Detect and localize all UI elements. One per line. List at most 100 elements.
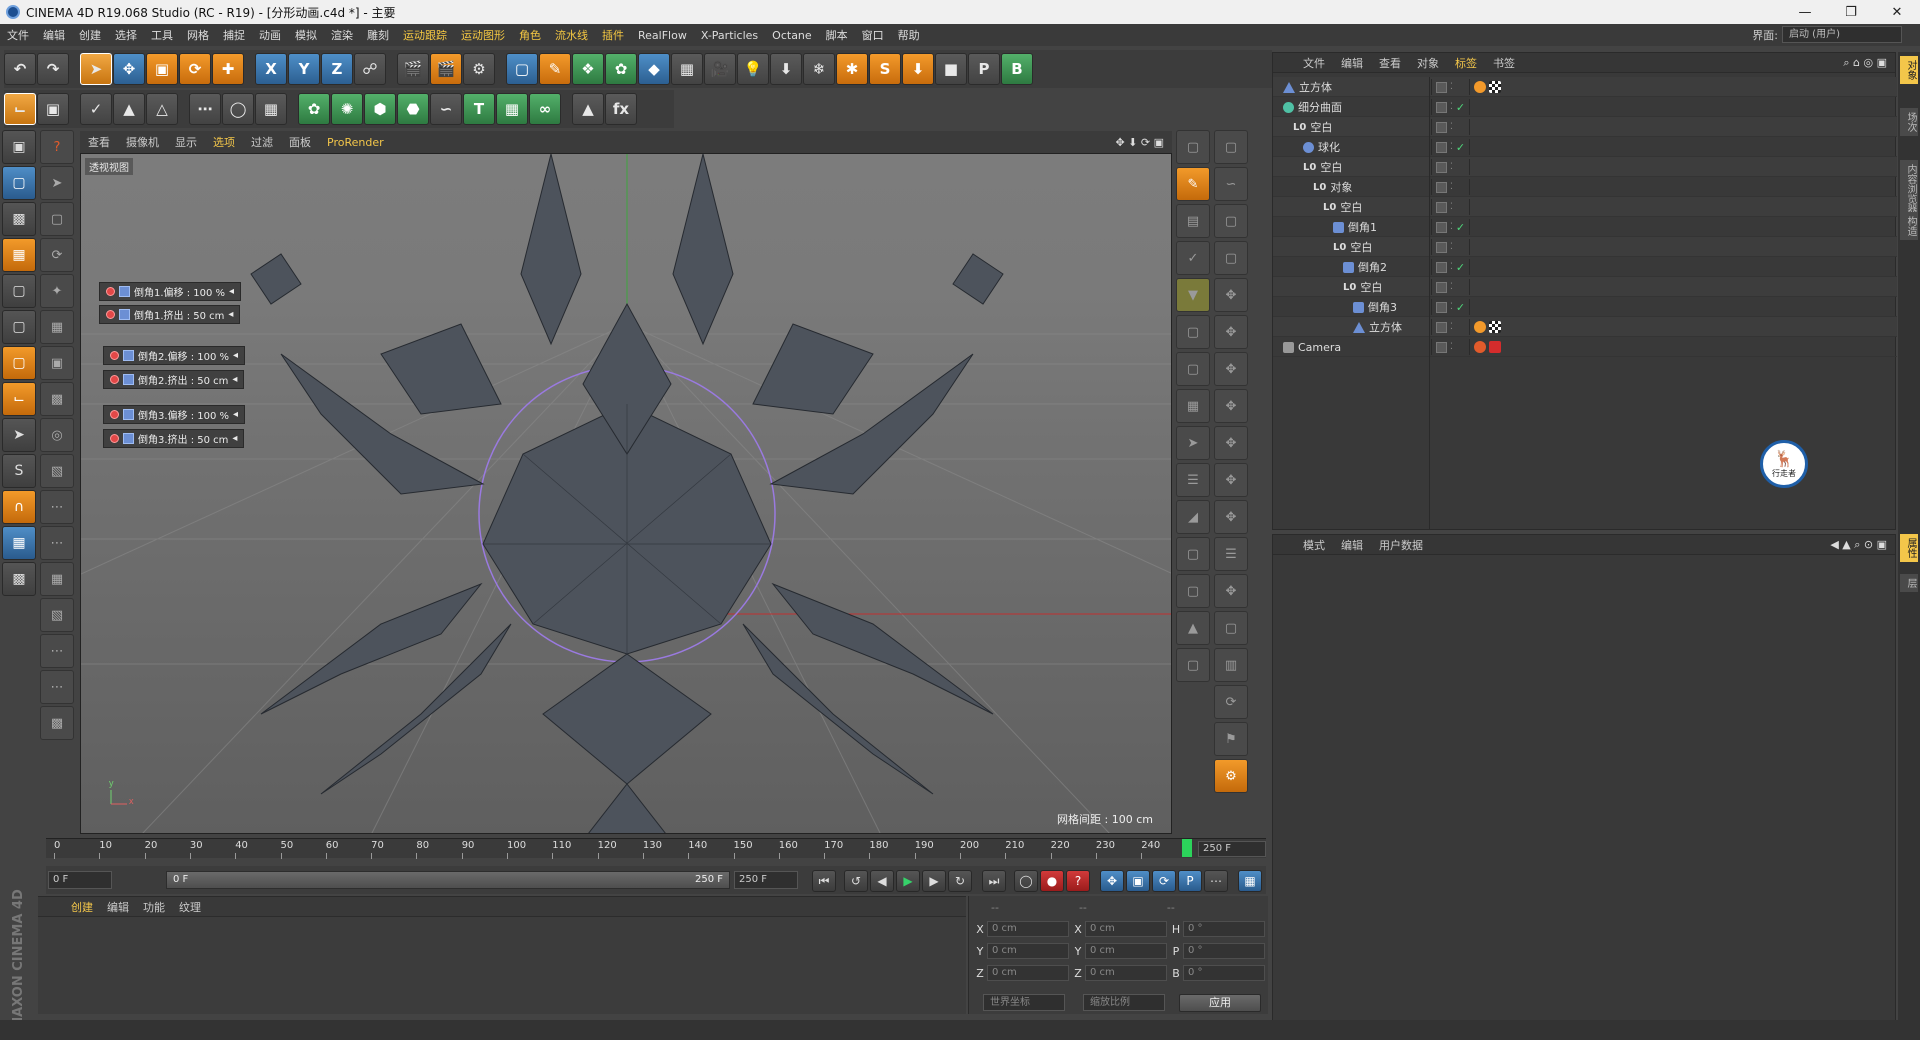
chk-tag-icon[interactable] — [1489, 81, 1501, 93]
next-key-icon[interactable]: ↻ — [948, 870, 972, 892]
palette-cube6-icon[interactable]: ▢ — [1176, 574, 1210, 608]
viewport-menu-0[interactable]: 查看 — [80, 134, 118, 150]
max-frame-field[interactable]: 250 F — [734, 871, 798, 889]
render-settings-button[interactable]: ⚙ — [463, 53, 495, 85]
palette-stack-icon[interactable]: ☰ — [1214, 537, 1248, 571]
sphere-icon[interactable]: ◎ — [40, 418, 74, 452]
hud-arrow-icon[interactable]: ◂ — [232, 374, 237, 385]
coord-field[interactable]: 0 cm — [1085, 921, 1167, 937]
scale-select[interactable]: 缩放比例 — [1083, 994, 1165, 1011]
script-button[interactable]: ▲ — [572, 93, 604, 125]
layer-dots-icon[interactable]: ⁚ — [1450, 342, 1453, 352]
palette-move8-icon[interactable]: ✥ — [1214, 574, 1248, 608]
menu-item-7[interactable]: 动画 — [252, 27, 288, 43]
coord-field[interactable]: 0 cm — [1085, 943, 1167, 959]
visibility-icon[interactable] — [1436, 261, 1447, 273]
viewport-menu-6[interactable]: ProRender — [319, 136, 392, 149]
xp-s-button[interactable]: S — [869, 53, 901, 85]
viewport-nav-icons[interactable]: ✥ ⬇ ⟳ ▣ — [1115, 136, 1172, 149]
model-mode-button[interactable]: ⌙ — [4, 93, 36, 125]
layer-dots-icon[interactable]: ⁚ — [1450, 182, 1453, 192]
palette-box-icon[interactable]: ▢ — [1214, 204, 1248, 238]
timeline-window-icon[interactable]: ▦ — [1238, 870, 1262, 892]
psr-button[interactable]: P — [968, 53, 1000, 85]
object-visibility-cell[interactable]: ⁚ — [1431, 159, 1467, 175]
polygons-mode-tool[interactable]: ▢ — [2, 346, 36, 380]
layer-dots-icon[interactable]: ⁚ — [1450, 82, 1453, 92]
menu-item-16[interactable]: RealFlow — [631, 29, 694, 42]
palette-pen-icon[interactable]: ✎ — [1176, 167, 1210, 201]
undo-button[interactable]: ↶ — [4, 53, 36, 85]
help-icon[interactable]: ? — [40, 130, 74, 164]
menu-item-14[interactable]: 流水线 — [548, 27, 595, 43]
close-icon[interactable]: ✕ — [1874, 0, 1920, 24]
side-tab-1[interactable]: 场次 — [1900, 108, 1918, 136]
palette-bars-icon[interactable]: ☰ — [1176, 463, 1210, 497]
palette-cube3-icon[interactable]: ▢ — [1176, 315, 1210, 349]
palette-shield-icon[interactable]: ▼ — [1176, 278, 1210, 312]
3b-plugin-button[interactable]: B — [1001, 53, 1033, 85]
coord-field[interactable]: 0 cm — [987, 943, 1069, 959]
hud-arrow-icon[interactable]: ◂ — [233, 409, 238, 420]
xp-drop-button[interactable]: ⬇ — [902, 53, 934, 85]
snap-tool[interactable]: S — [2, 454, 36, 488]
rotate-tool-button[interactable]: ⟳ — [179, 53, 211, 85]
mesh-icon[interactable]: ▩ — [40, 382, 74, 416]
mograph-fracture-button[interactable]: ⬢ — [364, 93, 396, 125]
mograph-voronoi-button[interactable]: ⬣ — [397, 93, 429, 125]
layer-dots-icon[interactable]: ⁚ — [1450, 222, 1453, 232]
dots-icon[interactable]: ⋯ — [40, 490, 74, 524]
visibility-icon[interactable] — [1436, 341, 1447, 353]
side-tab2-0[interactable]: 属性 — [1900, 534, 1918, 562]
points-mode-tool[interactable]: ▢ — [2, 274, 36, 308]
y-axis-button[interactable]: Y — [288, 53, 320, 85]
magnet-snap-tool[interactable]: ∩ — [2, 490, 36, 524]
menu-item-5[interactable]: 网格 — [180, 27, 216, 43]
menu-item-9[interactable]: 渲染 — [324, 27, 360, 43]
viewport-menu-2[interactable]: 显示 — [167, 134, 205, 150]
object-menu-4[interactable]: 标签 — [1447, 55, 1485, 71]
live-select-button[interactable]: ✚ — [212, 53, 244, 85]
object-visibility-cell[interactable]: ⁚ ✓ — [1431, 99, 1467, 115]
key-rotation-icon[interactable]: ⟳ — [1152, 870, 1176, 892]
palette-cube5-icon[interactable]: ▢ — [1176, 537, 1210, 571]
subdivision-button[interactable]: ❖ — [572, 53, 604, 85]
hud-key-icon[interactable] — [110, 434, 119, 443]
matrix-icon[interactable]: ⋯ — [40, 634, 74, 668]
menu-item-2[interactable]: 创建 — [72, 27, 108, 43]
mograph-cloner-button[interactable]: ✿ — [298, 93, 330, 125]
object-menu-1[interactable]: 编辑 — [1333, 55, 1371, 71]
hud-param-1[interactable]: 倒角1.挤出 : 50 cm ◂ — [99, 305, 241, 324]
visibility-icon[interactable] — [1436, 121, 1447, 133]
lock-workplane-tool[interactable]: ▩ — [2, 562, 36, 596]
matrix2-icon[interactable]: ⋯ — [40, 670, 74, 704]
viewport-menu-3[interactable]: 选项 — [205, 134, 243, 150]
palette-slope-icon[interactable]: ◢ — [1176, 500, 1210, 534]
layout-select[interactable]: 启动 (用户) — [1782, 26, 1902, 43]
key-param-icon[interactable]: P — [1178, 870, 1202, 892]
menu-item-18[interactable]: Octane — [765, 29, 819, 42]
visibility-icon[interactable] — [1436, 301, 1447, 313]
hud-key-icon[interactable] — [106, 287, 115, 296]
side-tab-3[interactable]: 构造 — [1900, 212, 1918, 240]
palette-settings-icon[interactable]: ⚙ — [1214, 759, 1248, 793]
object-menu-0[interactable]: 文件 — [1295, 55, 1333, 71]
object-visibility-cell[interactable]: ⁚ ✓ — [1431, 259, 1467, 275]
chk-tag-icon[interactable] — [1489, 321, 1501, 333]
camera-button[interactable]: 🎥 — [704, 53, 736, 85]
magnet-tool-button[interactable]: △ — [146, 93, 178, 125]
palette-move2-icon[interactable]: ✥ — [1214, 315, 1248, 349]
visibility-icon[interactable] — [1436, 281, 1447, 293]
restore-icon[interactable]: ❐ — [1828, 0, 1874, 24]
viewport-menu-5[interactable]: 面板 — [281, 134, 319, 150]
phong-tag-icon[interactable] — [1474, 321, 1486, 333]
material-menu-2[interactable]: 功能 — [136, 899, 172, 915]
palette-tri-icon[interactable]: ▲ — [1176, 611, 1210, 645]
fx-button[interactable]: fx — [605, 93, 637, 125]
enabled-check-icon[interactable]: ✓ — [1456, 301, 1465, 314]
workplane-grid-tool[interactable]: ▦ — [2, 526, 36, 560]
poly-select-icon[interactable]: ✦ — [40, 274, 74, 308]
layer-dots-icon[interactable]: ⁚ — [1450, 202, 1453, 212]
mograph-tracer-button[interactable]: ∽ — [430, 93, 462, 125]
visibility-icon[interactable] — [1436, 141, 1447, 153]
